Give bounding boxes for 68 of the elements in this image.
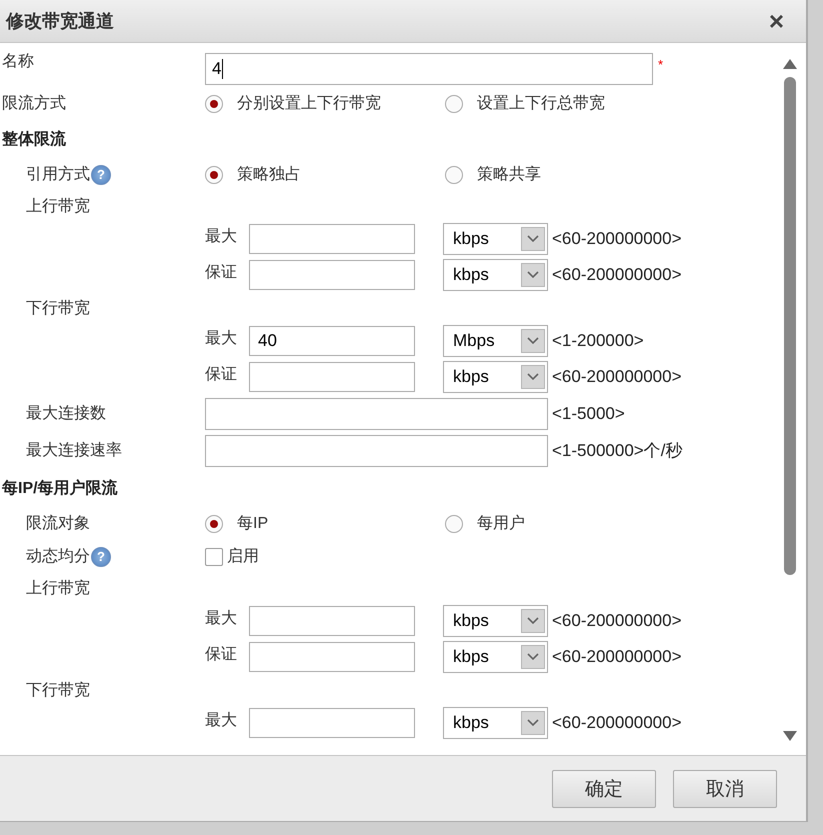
checkbox-label[interactable]: 启用 — [227, 546, 259, 567]
range-hint: <1-200000> — [552, 331, 644, 351]
bandwidth-field[interactable]: 40 — [249, 326, 415, 356]
range-hint: <60-200000000> — [552, 713, 682, 733]
bandwidth-field[interactable] — [249, 224, 415, 254]
radio-label[interactable]: 策略独占 — [237, 164, 301, 185]
radio-label[interactable]: 每IP — [237, 513, 268, 534]
radio-button[interactable] — [445, 166, 463, 184]
range-hint: <60-200000000> — [552, 647, 682, 667]
unit-select[interactable]: kbps — [443, 223, 548, 255]
bandwidth-field[interactable] — [249, 642, 415, 672]
unit-select[interactable]: kbps — [443, 707, 548, 739]
dialog-button[interactable]: 取消 — [673, 770, 777, 808]
unit-select[interactable]: kbps — [443, 259, 548, 291]
field-label: 最大 — [205, 328, 238, 349]
field-label: 上行带宽 — [26, 196, 90, 216]
field-label: 引用方式 — [26, 164, 90, 185]
field-label: 保证 — [205, 365, 238, 385]
field-label: 动态均分 — [26, 546, 90, 567]
range-hint: <60-200000000> — [552, 229, 682, 249]
range-hint: <60-200000000> — [552, 265, 682, 285]
radio-label[interactable]: 设置上下行总带宽 — [477, 93, 605, 114]
bandwidth-field[interactable] — [249, 362, 415, 392]
scroll-up-icon[interactable] — [783, 59, 797, 69]
input-field[interactable] — [205, 398, 548, 430]
unit-select[interactable]: kbps — [443, 361, 548, 393]
field-label: 上行带宽 — [26, 578, 90, 598]
scroll-down-icon[interactable] — [783, 731, 797, 741]
unit-select[interactable]: kbps — [443, 641, 548, 673]
name-field[interactable]: 4 — [205, 53, 653, 85]
radio-button[interactable] — [445, 94, 463, 112]
range-hint: <1-5000> — [552, 404, 625, 424]
scroll-thumb[interactable] — [784, 77, 796, 575]
field-label: 限流对象 — [26, 514, 90, 534]
field-label: 最大 — [205, 226, 238, 247]
radio-label[interactable]: 策略共享 — [477, 164, 541, 185]
field-label: 保证 — [205, 645, 238, 665]
radio-button[interactable] — [445, 514, 463, 532]
field-label: 最大连接速率 — [25, 440, 123, 461]
dialog-button[interactable]: 确定 — [552, 770, 656, 808]
checkbox[interactable] — [205, 548, 223, 566]
bandwidth-field[interactable] — [249, 260, 415, 290]
range-hint: <1-500000>个/秒 — [552, 440, 682, 462]
radio-button[interactable] — [205, 514, 223, 532]
field-label: 名称 — [2, 52, 35, 72]
close-button[interactable]: × — [768, 8, 784, 34]
bandwidth-field[interactable] — [249, 606, 415, 636]
section-heading: 每IP/每用户限流 — [2, 478, 118, 498]
bandwidth-field[interactable] — [249, 708, 415, 738]
radio-label[interactable]: 分别设置上下行带宽 — [237, 93, 381, 114]
field-label: 下行带宽 — [26, 298, 90, 318]
field-label: 保证 — [205, 263, 238, 283]
radio-button[interactable] — [205, 166, 223, 184]
field-label: 限流方式 — [2, 94, 66, 114]
field-label: 最大 — [205, 710, 238, 731]
radio-label[interactable]: 每用户 — [477, 513, 525, 534]
radio-button[interactable] — [205, 94, 223, 112]
range-hint: <60-200000000> — [552, 367, 682, 387]
unit-select[interactable]: Mbps — [443, 325, 548, 357]
input-field[interactable] — [205, 434, 548, 466]
field-label: 最大 — [205, 608, 238, 629]
field-label: 最大连接数 — [25, 404, 107, 424]
section-heading: 整体限流 — [2, 129, 66, 150]
field-label: 下行带宽 — [26, 680, 90, 700]
range-hint: <60-200000000> — [552, 611, 682, 631]
unit-select[interactable]: kbps — [443, 605, 548, 637]
required-mark: * — [658, 57, 664, 72]
window-title: 修改带宽通道 — [6, 10, 114, 33]
